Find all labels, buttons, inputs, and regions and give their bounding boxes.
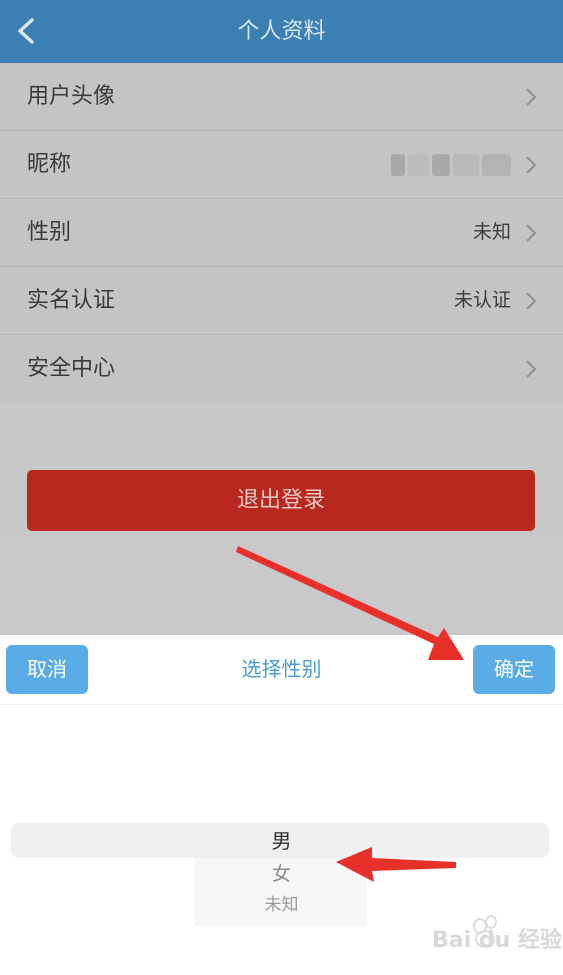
row-label: 昵称	[27, 152, 72, 177]
dim-overlay	[0, 537, 563, 635]
row-label: 用户头像	[27, 84, 116, 109]
nickname-redacted-value	[391, 154, 511, 176]
nav-bar: 个人资料	[0, 0, 563, 63]
picker-option-male[interactable]: 男	[0, 825, 563, 857]
row-label: 性别	[27, 220, 72, 245]
chevron-right-icon	[526, 292, 537, 310]
row-label: 实名认证	[27, 288, 116, 313]
row-avatar[interactable]: 用户头像	[0, 63, 563, 131]
page-title: 个人资料	[237, 19, 326, 44]
chevron-right-icon	[526, 360, 537, 378]
logout-button[interactable]: 退出登录	[27, 470, 535, 531]
row-gender[interactable]: 性别 未知	[0, 199, 563, 267]
gender-value: 未知	[472, 221, 511, 243]
row-label: 安全中心	[27, 356, 116, 381]
sheet-header: 选择性别 取消 确定	[0, 635, 563, 705]
row-realname[interactable]: 实名认证 未认证	[0, 267, 563, 335]
watermark-text: Bai du 经验	[432, 928, 562, 953]
confirm-button[interactable]: 确定	[473, 645, 555, 694]
picker-option-female[interactable]: 女	[0, 859, 563, 889]
cancel-button[interactable]: 取消	[6, 645, 88, 694]
row-security[interactable]: 安全中心	[0, 335, 563, 402]
chevron-right-icon	[526, 224, 537, 242]
chevron-right-icon	[526, 88, 537, 106]
verification-value: 未认证	[453, 289, 511, 311]
chevron-right-icon	[526, 156, 537, 174]
profile-list: 用户头像 昵称 性别 未知 实名认证 未认证 安全中心	[0, 63, 563, 402]
row-nickname[interactable]: 昵称	[0, 131, 563, 199]
